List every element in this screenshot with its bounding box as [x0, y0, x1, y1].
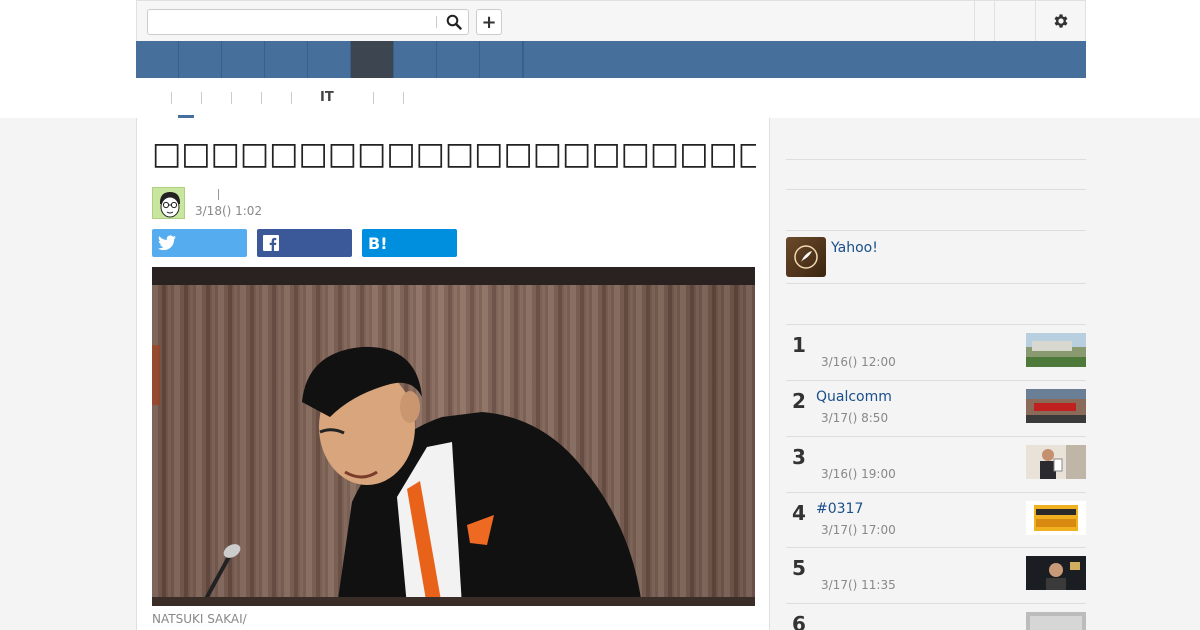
broadcom-building-photo [1026, 389, 1086, 423]
rank-thumbnail[interactable] [1026, 389, 1086, 423]
nav-item[interactable] [265, 41, 308, 78]
photo-caption: NATSUKI SAKAI/ [152, 612, 247, 626]
rank-date: 3/17() 11:35 [821, 578, 896, 592]
rank-title[interactable]: #0317 [816, 501, 863, 517]
header-divider [1035, 1, 1036, 41]
yahoo-link[interactable]: Yahoo! [831, 240, 878, 256]
rank-title[interactable]: Qualcomm [816, 389, 892, 405]
rank-number: 1 [792, 333, 806, 357]
nav-item[interactable] [394, 41, 437, 78]
yahoo-news-icon[interactable] [786, 237, 826, 277]
person-photo [1026, 556, 1086, 590]
subtab-divider [171, 92, 172, 104]
rank-thumbnail[interactable] [1026, 501, 1086, 535]
nav-item-active[interactable] [351, 41, 394, 78]
nav-item[interactable] [523, 41, 524, 78]
sidebar-divider [786, 159, 1086, 160]
search-box [147, 9, 469, 35]
author-divider [218, 189, 219, 200]
gear-icon [1054, 14, 1068, 28]
rank-thumbnail[interactable] [1026, 556, 1086, 590]
rank-date: 3/16() 19:00 [821, 467, 896, 481]
rank-number: 2 [792, 389, 806, 413]
avatar-illustration-icon [153, 188, 184, 218]
sub-category-tabs: IT [136, 78, 1086, 118]
article-date: 3/18() 1:02 [195, 204, 263, 218]
building-photo [1026, 333, 1086, 367]
ranking-item[interactable]: 2 Qualcomm 3/17() 8:50 [786, 380, 1086, 436]
rank-number: 3 [792, 445, 806, 469]
search-divider [436, 16, 437, 28]
subtab-it[interactable]: IT [320, 90, 334, 106]
sidebar-divider [786, 189, 1086, 190]
article-title: □□□□□□□□□□□□□□□□□□□□□□□□□□□□□□□□□□□□□□□□… [152, 136, 756, 172]
nav-item[interactable] [179, 41, 222, 78]
nav-item[interactable] [480, 41, 523, 78]
ranking-item[interactable]: 6 [786, 603, 1086, 630]
hatena-bookmark-button[interactable]: B! [362, 229, 457, 257]
rank-number: 6 [792, 612, 806, 630]
sidebar: Yahoo! 1 3/16() 12:00 2 Qualcomm 3/17() … [786, 118, 1086, 630]
hatena-bookmark-label: B! [368, 233, 388, 253]
header-divider [974, 1, 975, 41]
category-nav [136, 41, 1086, 78]
subtab-divider [291, 92, 292, 104]
author-avatar[interactable] [152, 187, 185, 219]
subtab-divider [373, 92, 374, 104]
search-button[interactable] [442, 12, 466, 32]
search-input[interactable] [152, 12, 432, 32]
facebook-icon [263, 235, 279, 251]
twitter-icon [158, 235, 176, 251]
ranking-item[interactable]: 1 3/16() 12:00 [786, 324, 1086, 380]
header-divider [994, 1, 995, 41]
rank-number: 4 [792, 501, 806, 525]
subtab-divider [403, 92, 404, 104]
rank-date: 3/17() 8:50 [821, 411, 889, 425]
subtab-divider [261, 92, 262, 104]
ranking-item[interactable]: 5 3/17() 11:35 [786, 547, 1086, 603]
subtab-divider [201, 92, 202, 104]
twitter-share-button[interactable] [152, 229, 247, 257]
add-button[interactable]: + [476, 9, 502, 35]
article-photo [152, 267, 755, 606]
nav-item[interactable] [308, 41, 351, 78]
ranking-item[interactable]: 4 #0317 3/17() 17:00 [786, 492, 1086, 548]
settings-button[interactable] [1049, 10, 1073, 32]
rank-thumbnail[interactable] [1026, 333, 1086, 367]
rank-number: 5 [792, 556, 806, 580]
person-photo [1026, 445, 1086, 479]
search-icon [446, 14, 462, 30]
nav-item[interactable] [136, 41, 179, 78]
rank-date: 3/16() 12:00 [821, 355, 896, 369]
facebook-share-button[interactable] [257, 229, 352, 257]
document-photo [1026, 612, 1086, 630]
rank-thumbnail[interactable] [1026, 445, 1086, 479]
sidebar-divider [786, 283, 1086, 284]
site-header: + [136, 0, 1086, 41]
banner-thumbnail [1026, 501, 1086, 535]
sidebar-divider [786, 230, 1086, 231]
rank-date: 3/17() 17:00 [821, 523, 896, 537]
nav-item[interactable] [222, 41, 265, 78]
nav-item[interactable] [437, 41, 480, 78]
article-panel: □□□□□□□□□□□□□□□□□□□□□□□□□□□□□□□□□□□□□□□□… [136, 118, 770, 630]
quill-speech-icon [794, 245, 818, 269]
subtab-divider [231, 92, 232, 104]
press-conference-photo [152, 267, 755, 606]
ranking-item[interactable]: 3 3/16() 19:00 [786, 436, 1086, 492]
rank-thumbnail[interactable] [1026, 612, 1086, 630]
